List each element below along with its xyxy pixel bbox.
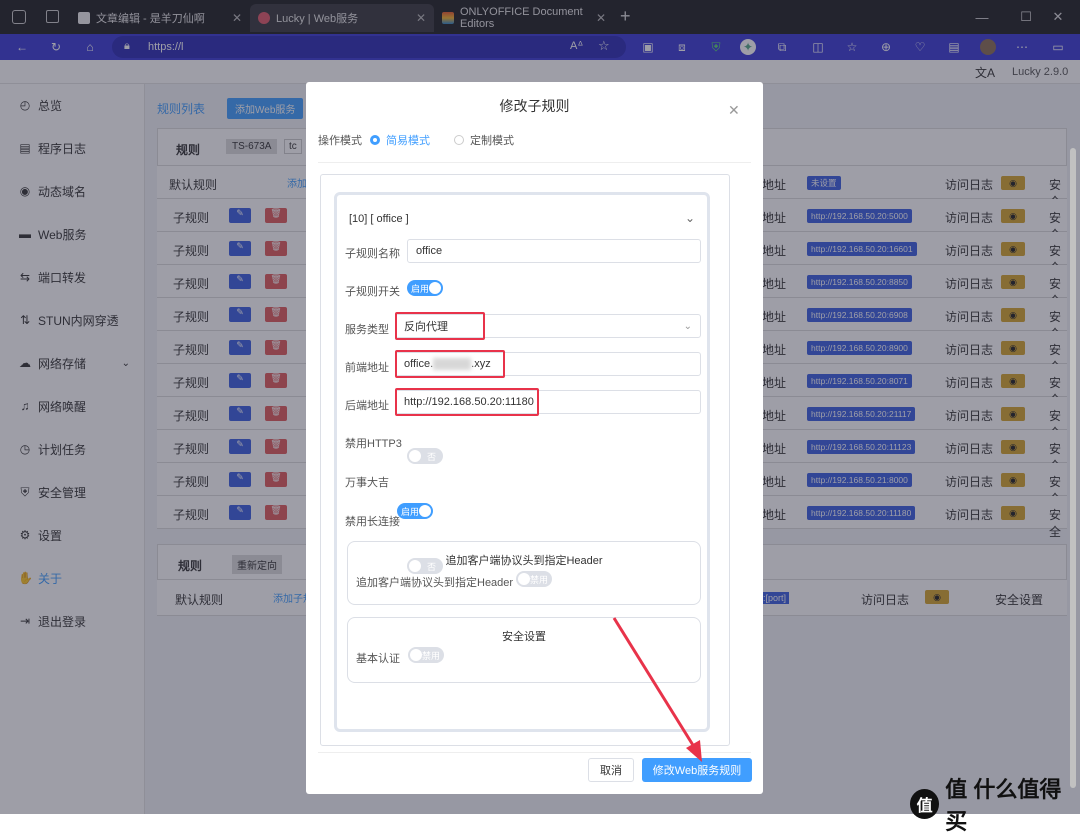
chevron-down-icon[interactable]: ⌄ bbox=[685, 211, 695, 225]
service-type-label: 服务类型 bbox=[345, 324, 389, 336]
watermark-text: 值 什么值得买 bbox=[945, 777, 1062, 834]
mode-label: 操作模式 bbox=[318, 135, 362, 147]
basic-auth-toggle[interactable]: 禁用 bbox=[408, 647, 444, 663]
name-label: 子规则名称 bbox=[345, 248, 400, 260]
section-title: 追加客户端协议头到指定Header bbox=[445, 555, 603, 567]
http3-label: 禁用HTTP3 bbox=[345, 438, 402, 450]
toggle-knob bbox=[518, 573, 530, 585]
close-icon[interactable]: ✕ bbox=[728, 102, 740, 119]
toggle-text: 否 bbox=[427, 451, 437, 462]
frontend-label: 前端地址 bbox=[345, 362, 389, 374]
radio-custom-label[interactable]: 定制模式 bbox=[470, 132, 514, 148]
backend-label: 后端地址 bbox=[345, 400, 389, 412]
toggle-knob bbox=[409, 450, 421, 462]
radio-simple[interactable] bbox=[370, 135, 380, 145]
lucky-toggle[interactable]: 启用 bbox=[397, 503, 433, 519]
toggle-knob bbox=[419, 505, 431, 517]
radio-custom[interactable] bbox=[454, 135, 464, 145]
toggle-text: 启用 bbox=[401, 506, 420, 517]
keepalive-label: 禁用长连接 bbox=[345, 516, 400, 528]
highlight-box bbox=[395, 388, 539, 416]
divider bbox=[318, 162, 751, 163]
header-forward-section: 追加客户端协议头到指定Header 追加客户端协议头到指定Header 禁用 bbox=[347, 541, 701, 605]
subrule-enable-toggle[interactable]: 启用 bbox=[407, 280, 443, 296]
basic-auth-label: 基本认证 bbox=[356, 653, 400, 665]
mode-selector: 操作模式 简易模式 定制模式 bbox=[318, 130, 514, 150]
highlight-box bbox=[395, 350, 505, 378]
scrollbar[interactable] bbox=[1070, 148, 1076, 788]
toggle-text: 禁用 bbox=[530, 574, 549, 585]
toggle-knob bbox=[429, 282, 441, 294]
subrule-name-input[interactable]: office bbox=[407, 239, 701, 263]
toggle-knob bbox=[410, 649, 422, 661]
toggle-text: 启用 bbox=[411, 283, 430, 294]
dialog-title: 修改子规则 bbox=[499, 98, 570, 114]
select-arrow-icon: ⌄ bbox=[683, 320, 692, 332]
highlight-box bbox=[395, 312, 485, 340]
watermark-logo-icon: 值 bbox=[910, 789, 940, 819]
collapse-title[interactable]: [10] [ office ] bbox=[349, 213, 409, 225]
annotation-arrow-icon bbox=[612, 617, 702, 762]
lucky-label: 万事大吉 bbox=[345, 477, 389, 489]
header-forward-label: 追加客户端协议头到指定Header bbox=[356, 577, 514, 589]
watermark: 值 值 什么值得买 bbox=[910, 772, 1080, 836]
enable-label: 子规则开关 bbox=[345, 286, 400, 298]
radio-simple-label[interactable]: 简易模式 bbox=[386, 132, 430, 148]
http3-toggle[interactable]: 否 bbox=[407, 448, 443, 464]
toggle-text: 禁用 bbox=[422, 650, 441, 661]
header-forward-toggle[interactable]: 禁用 bbox=[516, 571, 552, 587]
